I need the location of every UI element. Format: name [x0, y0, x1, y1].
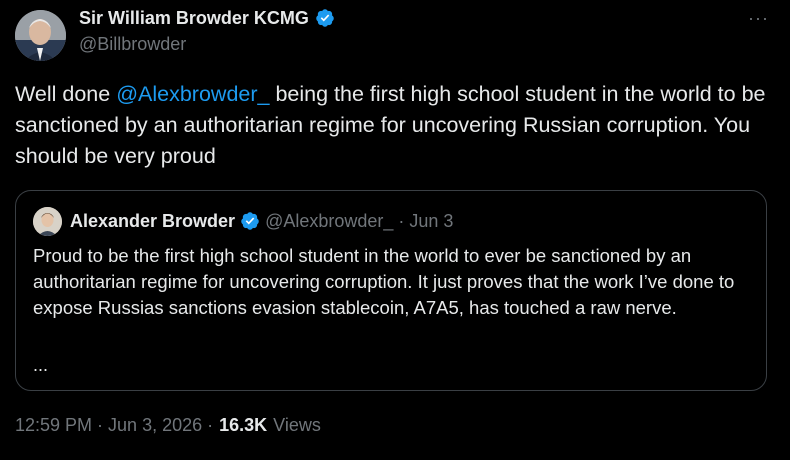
verified-badge-icon: [315, 8, 335, 28]
quoted-handle[interactable]: @Alexbrowder_: [265, 211, 393, 232]
quoted-display-name[interactable]: Alexander Browder: [70, 211, 235, 232]
tweet-text: Well done @Alexbrowder_ being the first …: [15, 79, 780, 172]
quoted-separator: ·: [398, 210, 405, 231]
views-count: 16.3K: [219, 415, 268, 435]
quoted-date[interactable]: Jun 3: [409, 211, 453, 232]
quoted-text: Proud to be the first high school studen…: [33, 245, 735, 318]
author-display-name[interactable]: Sir William Browder KCMG: [79, 8, 309, 29]
quoted-tweet[interactable]: Alexander Browder @Alexbrowder_ · Jun 3 …: [15, 190, 767, 391]
tweet-meta: 12:59 PM · Jun 3, 2026 · 16.3K Views: [15, 415, 321, 436]
quoted-header: Alexander Browder @Alexbrowder_ · Jun 3: [70, 209, 453, 233]
tweet-text-before: Well done: [15, 82, 117, 106]
mention-link[interactable]: @Alexbrowder_: [116, 82, 269, 106]
quoted-ellipsis: ...: [33, 355, 49, 375]
author-handle[interactable]: @Billbrowder: [79, 34, 186, 55]
views-label: Views: [273, 415, 321, 435]
timestamp[interactable]: 12:59 PM · Jun 3, 2026 ·: [15, 415, 213, 436]
author-avatar[interactable]: [15, 10, 66, 61]
quoted-author-avatar[interactable]: [33, 207, 62, 236]
more-horizontal-icon[interactable]: ···: [748, 8, 769, 29]
author-name-row: Sir William Browder KCMG: [79, 6, 335, 30]
quoted-verified-badge-icon: [240, 211, 260, 231]
